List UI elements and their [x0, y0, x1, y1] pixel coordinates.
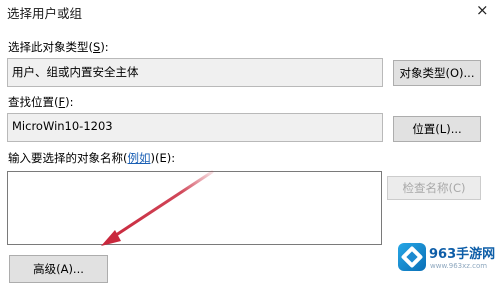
watermark-name: 963手游网 [429, 247, 496, 262]
watermark-logo-icon [398, 243, 426, 271]
watermark: 963手游网 www.963xz.com [398, 240, 496, 276]
annotation-arrow-shaft [108, 170, 214, 241]
watermark-url: www.963xz.com [430, 262, 488, 270]
